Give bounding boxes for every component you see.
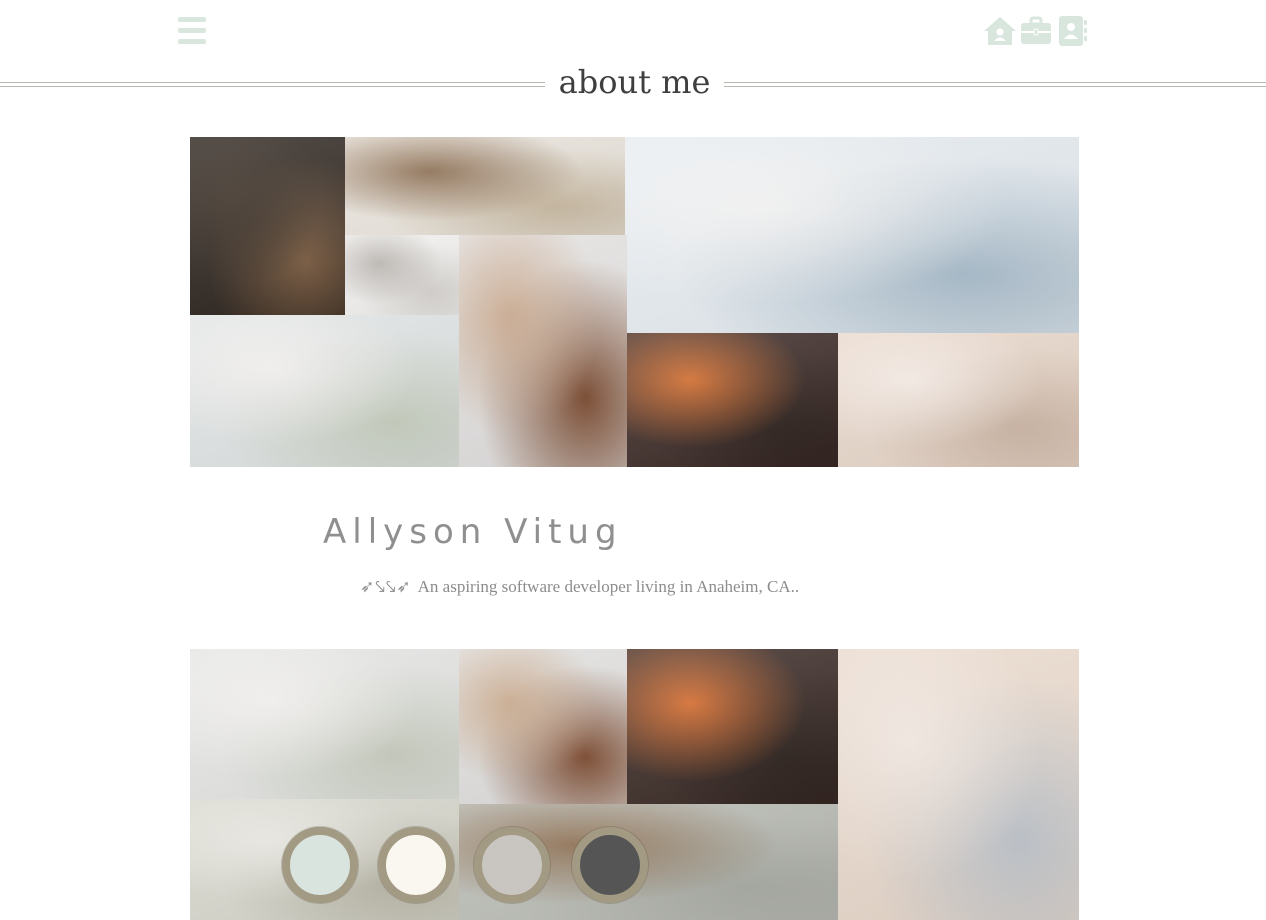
babys-breath-flowers-photo [190, 649, 459, 799]
ring-box-photo [838, 649, 1079, 920]
profile-bio: ➶⤥⤥➶ An aspiring software developer livin… [360, 577, 799, 597]
rainbow-light-photo [627, 649, 838, 804]
nav-icon-group [983, 15, 1089, 47]
heading-rule-right [724, 82, 1266, 87]
color-swatch-cream [378, 827, 454, 903]
page-heading: about me [0, 60, 1266, 106]
notes-card-photo [345, 137, 625, 235]
color-swatch-mint [282, 827, 358, 903]
contact-book-icon[interactable] [1055, 15, 1089, 47]
postcards-photo [459, 649, 627, 804]
hamburger-menu-icon[interactable] [178, 17, 206, 44]
cassette-tape-photo [345, 235, 459, 315]
home-icon[interactable] [983, 15, 1017, 47]
postcards-photo [459, 235, 627, 467]
rainbow-light-photo [627, 333, 838, 467]
color-swatch-greige [474, 827, 550, 903]
ring-box-photo [838, 333, 1079, 467]
glass-building-photo [190, 137, 345, 315]
color-swatch-charcoal [572, 827, 648, 903]
heading-rule-left [0, 82, 545, 87]
briefcase-icon[interactable] [1019, 15, 1053, 47]
profile-name: Allyson Vitug [323, 512, 623, 552]
bio-text: An aspiring software developer living in… [417, 577, 800, 596]
white-fabric-jewelry-photo [625, 137, 1079, 333]
bio-decoration: ➶⤥⤥➶ [360, 577, 412, 596]
mood-board-collage-top [190, 137, 1079, 467]
babys-breath-flowers-photo [190, 315, 459, 467]
page-title: about me [558, 63, 711, 101]
